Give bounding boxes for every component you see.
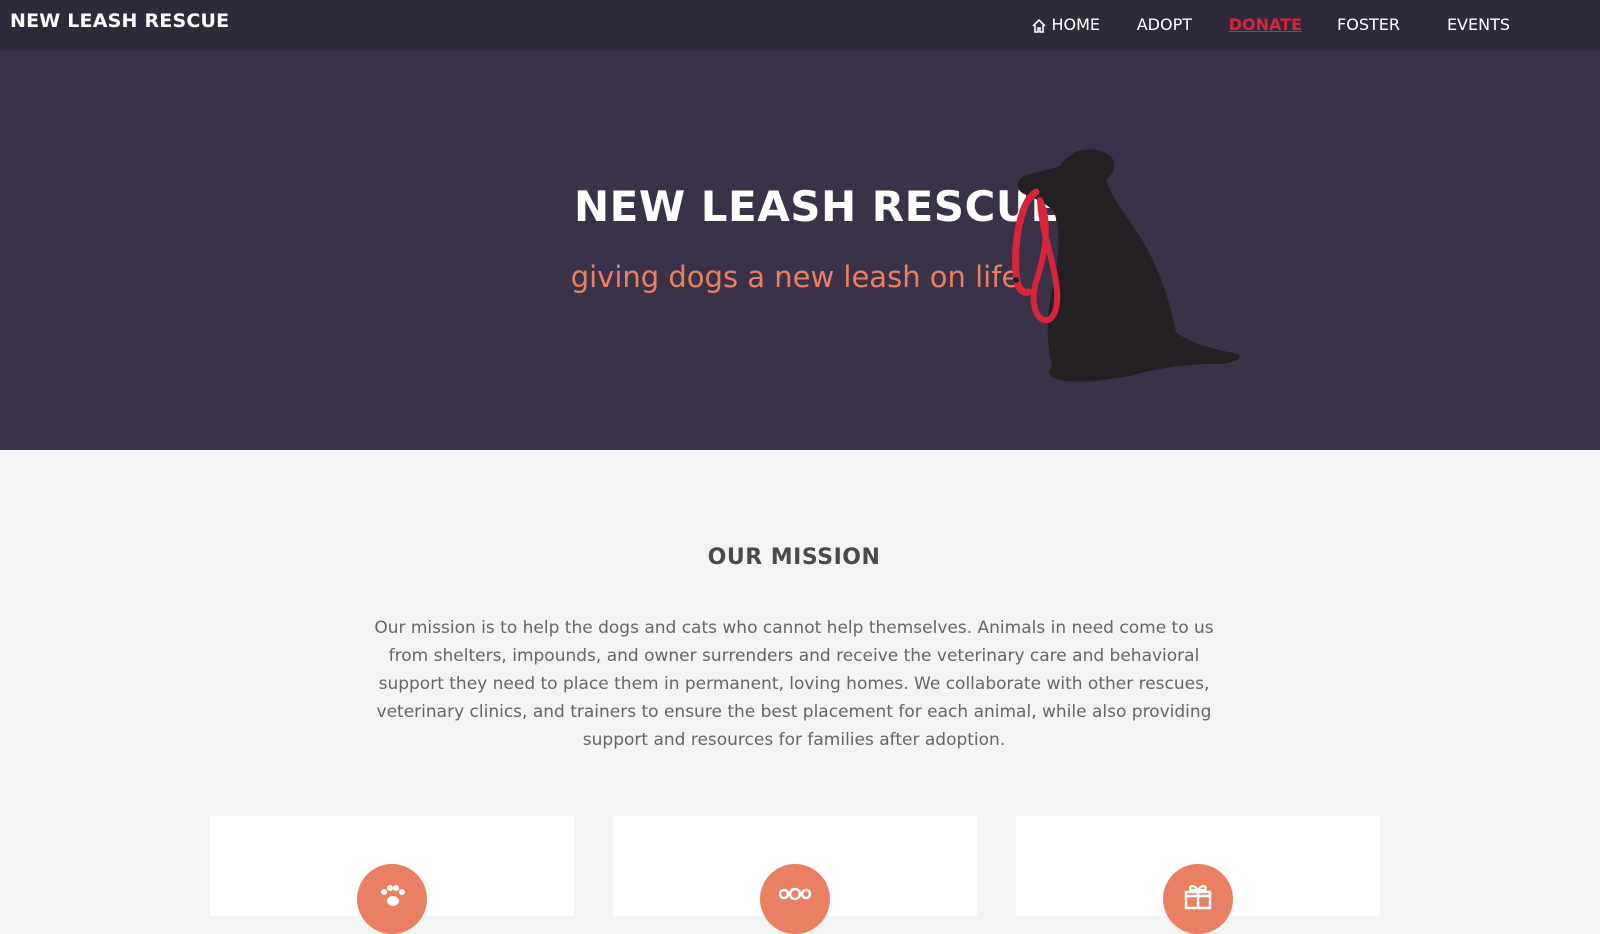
service-card-1 — [210, 816, 574, 934]
nav-donate[interactable]: DONATE — [1229, 14, 1302, 36]
nav-home[interactable]: HOME — [1031, 14, 1100, 36]
nav-home-label: HOME — [1051, 15, 1100, 34]
home-icon — [1032, 18, 1047, 33]
service-card-3 — [1016, 816, 1380, 934]
nav-foster[interactable]: FOSTER — [1337, 14, 1400, 36]
nav-adopt[interactable]: ADOPT — [1137, 14, 1192, 36]
brand-logo[interactable]: NEW LEASH RESCUE — [10, 10, 229, 32]
dots-icon — [779, 887, 811, 901]
service-card-2 — [613, 816, 977, 934]
dog-illustration — [1012, 149, 1240, 382]
mission-text: Our mission is to help the dogs and cats… — [374, 618, 1214, 750]
mission-title: OUR MISSION — [707, 545, 881, 570]
hero-title: NEW LEASH RESCUE — [574, 182, 1060, 231]
hero-banner: NEW LEASH RESCUE giving dogs a new leash… — [0, 50, 1600, 450]
top-navbar: NEW LEASH RESCUE HOME ADOPT DONATE FOSTE… — [0, 0, 1600, 50]
hero-subtitle: giving dogs a new leash on life — [570, 260, 1020, 294]
card-icon-circle — [760, 864, 830, 934]
nav-events[interactable]: EVENTS — [1447, 14, 1510, 36]
card-icon-circle — [357, 864, 427, 934]
paw-icon — [381, 885, 405, 906]
gift-icon — [1184, 885, 1212, 910]
card-icon-circle — [1163, 864, 1233, 934]
